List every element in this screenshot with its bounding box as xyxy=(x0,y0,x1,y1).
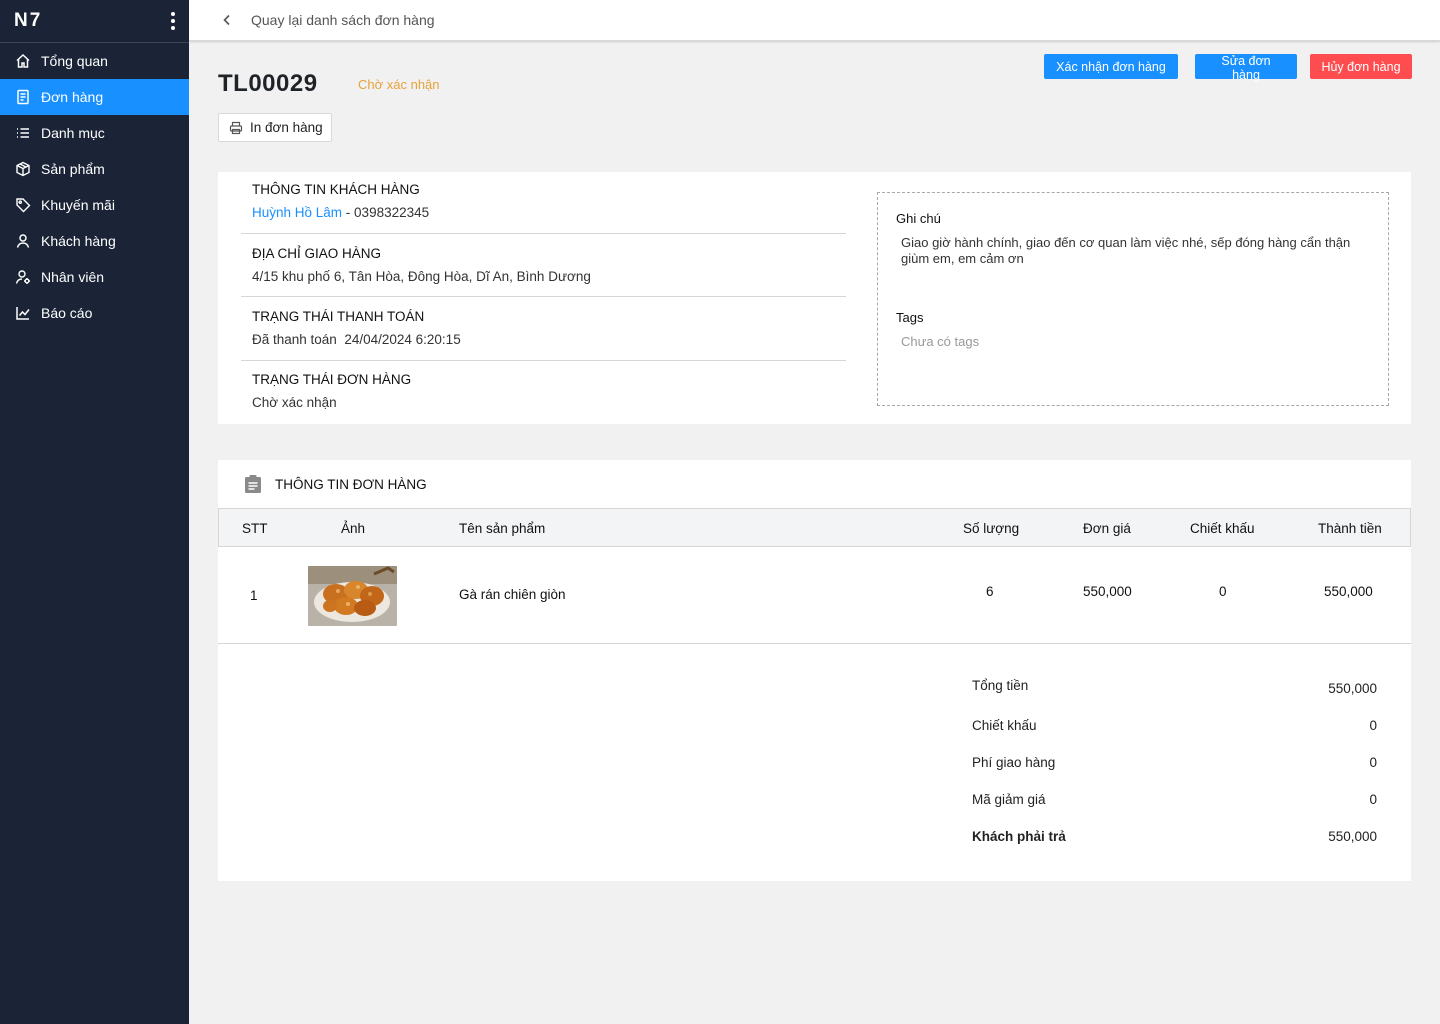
column-header: Số lượng xyxy=(963,521,1020,536)
row-quantity: 6 xyxy=(986,584,994,599)
row-unit-price: 550,000 xyxy=(1083,584,1132,599)
sidebar-item-categories[interactable]: Danh mục xyxy=(0,115,189,151)
column-header: Thành tiền xyxy=(1318,521,1382,536)
row-stt: 1 xyxy=(250,588,258,603)
sidebar-item-label: Sản phẩm xyxy=(41,161,105,177)
summary-shipping-label: Phí giao hàng xyxy=(972,755,1056,770)
customer-separator: - xyxy=(342,205,355,220)
order-items-table-header: STT Ảnh Tên sản phẩm Số lượng Đơn giá Ch… xyxy=(218,508,1411,547)
summary-total-due-label: Khách phải trả xyxy=(972,829,1066,844)
user-gear-icon xyxy=(15,270,30,284)
brand-logo: N7 xyxy=(14,10,43,31)
order-code: TL00029 xyxy=(218,70,318,97)
row-total: 550,000 xyxy=(1324,584,1373,599)
topbar: Quay lại danh sách đơn hàng xyxy=(189,0,1440,41)
document-icon xyxy=(17,89,29,105)
confirm-order-button[interactable]: Xác nhận đơn hàng xyxy=(1044,54,1178,79)
sidebar-item-staff[interactable]: Nhân viên xyxy=(0,259,189,295)
more-options-icon[interactable] xyxy=(165,9,181,33)
brand-header: N7 xyxy=(0,0,189,43)
sidebar-item-label: Báo cáo xyxy=(41,305,93,321)
note-box: Ghi chú Giao giờ hành chính, giao đến cơ… xyxy=(877,192,1389,406)
tags-empty-text: Chưa có tags xyxy=(901,334,980,349)
tags-title: Tags xyxy=(896,310,924,325)
column-header: Chiết khấu xyxy=(1190,521,1255,536)
sidebar-nav: Tổng quan Đơn hàng Danh mục Sản phẩm Khu… xyxy=(0,43,189,331)
user-icon xyxy=(16,234,30,248)
sidebar-item-label: Khuyến mãi xyxy=(41,197,115,213)
customer-info-title: THÔNG TIN KHÁCH HÀNG xyxy=(252,182,420,197)
print-order-button[interactable]: In đơn hàng xyxy=(218,113,332,142)
sidebar-item-promotions[interactable]: Khuyến mãi xyxy=(0,187,189,223)
sidebar-item-customers[interactable]: Khách hàng xyxy=(0,223,189,259)
summary-discount-label: Chiết khấu xyxy=(972,718,1037,733)
order-status-badge: Chờ xác nhận xyxy=(358,77,440,92)
summary-voucher-value: 0 xyxy=(1369,792,1377,807)
note-title: Ghi chú xyxy=(896,211,941,226)
sidebar-item-label: Danh mục xyxy=(41,125,105,141)
shipping-address-title: ĐỊA CHỈ GIAO HÀNG xyxy=(252,246,382,261)
table-row[interactable]: 1 Gà rán chiên giòn 6 550,000 0 550,000 xyxy=(218,547,1411,644)
tag-icon xyxy=(16,198,31,213)
edit-order-button[interactable]: Sửa đơn hàng xyxy=(1195,54,1297,82)
payment-status-section: TRẠNG THÁI THANH TOÁN Đã thanh toán 24/0… xyxy=(241,309,846,361)
sidebar-item-label: Tổng quan xyxy=(41,53,108,69)
sidebar-item-label: Khách hàng xyxy=(41,233,116,249)
sidebar-item-label: Đơn hàng xyxy=(41,89,104,105)
column-header: STT xyxy=(242,521,268,536)
printer-icon xyxy=(229,121,243,134)
sidebar-item-overview[interactable]: Tổng quan xyxy=(0,43,189,79)
column-header: Đơn giá xyxy=(1083,521,1131,536)
order-status-title: TRẠNG THÁI ĐƠN HÀNG xyxy=(252,372,412,387)
summary-total-due-value: 550,000 xyxy=(1328,829,1377,844)
chart-icon xyxy=(16,307,30,320)
row-discount: 0 xyxy=(1219,584,1227,599)
column-header: Tên sản phẩm xyxy=(459,521,546,536)
column-header: Ảnh xyxy=(341,521,366,536)
payment-time: 24/04/2024 6:20:15 xyxy=(344,332,461,347)
box-icon xyxy=(16,161,30,177)
chevron-left-icon xyxy=(223,14,230,26)
row-product-name[interactable]: Gà rán chiên giòn xyxy=(459,587,566,602)
sidebar-item-orders[interactable]: Đơn hàng xyxy=(0,79,189,115)
order-items-panel: THÔNG TIN ĐƠN HÀNG STT Ảnh Tên sản phẩm … xyxy=(218,460,1411,881)
customer-phone: 0398322345 xyxy=(354,205,430,220)
summary-voucher-label: Mã giảm giá xyxy=(972,792,1046,807)
back-to-orders-link[interactable]: Quay lại danh sách đơn hàng xyxy=(221,12,435,28)
order-info-panel: THÔNG TIN KHÁCH HÀNG Huỳnh Hồ Lâm - 0398… xyxy=(218,172,1411,424)
product-image xyxy=(308,566,397,626)
order-status-section: TRẠNG THÁI ĐƠN HÀNG Chờ xác nhận xyxy=(241,372,846,420)
sidebar: N7 Tổng quan Đơn hàng Danh mục Sản phẩm … xyxy=(0,0,189,1024)
customer-info-section: THÔNG TIN KHÁCH HÀNG Huỳnh Hồ Lâm - 0398… xyxy=(241,182,846,234)
customer-name-link[interactable]: Huỳnh Hồ Lâm xyxy=(252,205,342,220)
payment-status-text: Đã thanh toán xyxy=(252,332,337,347)
order-items-header: THÔNG TIN ĐƠN HÀNG xyxy=(218,460,1411,508)
summary-subtotal-value: 550,000 xyxy=(1328,681,1377,696)
cancel-order-button[interactable]: Hủy đơn hàng xyxy=(1310,54,1412,79)
order-status-value: Chờ xác nhận xyxy=(252,395,337,410)
summary-discount-value: 0 xyxy=(1369,718,1377,733)
sidebar-item-reports[interactable]: Báo cáo xyxy=(0,295,189,331)
list-icon xyxy=(17,128,29,138)
payment-status-title: TRẠNG THÁI THANH TOÁN xyxy=(252,309,425,324)
order-items-title: THÔNG TIN ĐƠN HÀNG xyxy=(275,476,427,492)
back-link-label: Quay lại danh sách đơn hàng xyxy=(251,12,435,28)
payment-status-value: Đã thanh toán 24/04/2024 6:20:15 xyxy=(241,332,846,347)
sidebar-item-label: Nhân viên xyxy=(41,269,105,285)
note-text: Giao giờ hành chính, giao đến cơ quan là… xyxy=(901,235,1351,266)
customer-info-value: Huỳnh Hồ Lâm - 0398322345 xyxy=(241,205,846,220)
clipboard-icon xyxy=(245,475,261,493)
summary-subtotal-label: Tổng tiền xyxy=(972,678,1029,693)
print-order-label: In đơn hàng xyxy=(250,120,323,135)
summary-shipping-value: 0 xyxy=(1369,755,1377,770)
home-icon xyxy=(16,53,30,68)
sidebar-item-products[interactable]: Sản phẩm xyxy=(0,151,189,187)
shipping-address-value: 4/15 khu phố 6, Tân Hòa, Đông Hòa, Dĩ An… xyxy=(252,269,591,284)
shipping-address-section: ĐỊA CHỈ GIAO HÀNG 4/15 khu phố 6, Tân Hò… xyxy=(241,246,846,297)
